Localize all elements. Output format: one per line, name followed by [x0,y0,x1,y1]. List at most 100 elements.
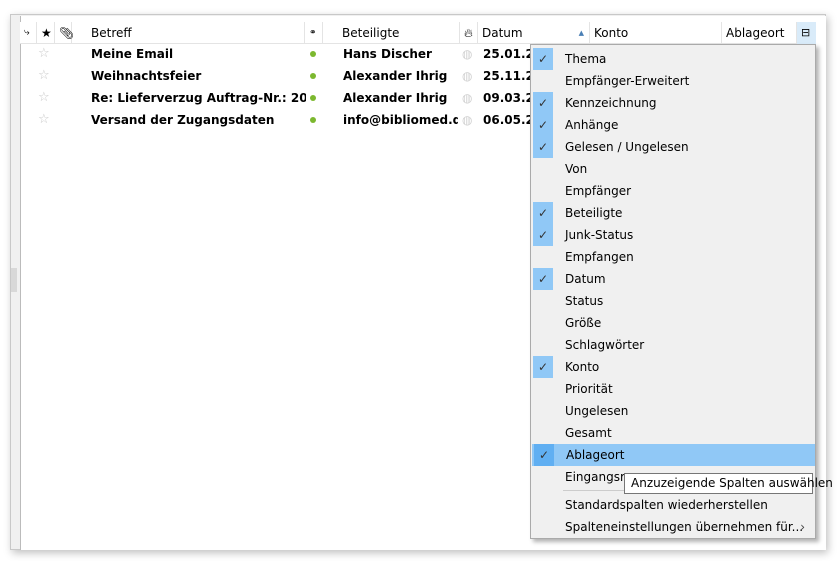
checkmark-icon: ✓ [533,224,553,246]
message-correspondent: info@bibliomed.de [343,113,458,127]
menu-item-column[interactable]: ✓ Ablageort [532,444,815,466]
message-date: 09.03.20 [483,91,531,105]
menu-item-column[interactable]: ✓ Konto [531,356,815,378]
star-icon[interactable]: ☆ [38,65,50,87]
read-status-icon[interactable]: ◍ [462,109,472,131]
checkmark-icon [533,400,553,422]
junk-status-dot-icon[interactable] [310,73,316,79]
thread-icon: ⤷ [24,27,30,38]
menu-item-label: Empfangen [565,250,634,264]
message-subject: Versand der Zugangsdaten [91,113,275,127]
star-icon[interactable]: ☆ [38,43,50,65]
menu-item-column[interactable]: Priorität [531,378,815,400]
read-status-icon[interactable]: ◍ [462,65,472,87]
column-picker-menu: ✓ Thema Empfänger-Erweitert ✓ Kennzeichnung ✓… [530,44,816,539]
menu-item-column[interactable]: Empfänger-Erweitert [531,70,815,92]
junk-status-icon: ⚭ [309,28,317,38]
column-picker-icon: ⊟ [801,26,811,39]
date-column-header[interactable]: Datum ▲ [478,22,590,44]
junk-status-dot-icon[interactable] [310,95,316,101]
message-correspondent: Alexander Ihrig [343,91,448,105]
checkmark-icon [533,312,553,334]
location-column-header[interactable]: Ablageort [722,22,797,44]
message-correspondent: Hans Discher [343,47,432,61]
menu-item-label: Junk-Status [565,228,634,242]
menu-item-column[interactable]: ✓ Datum [531,268,815,290]
account-column-header[interactable]: Konto [590,22,722,44]
junk-column-header[interactable]: ⚭ [305,22,323,44]
menu-item-label: Konto [565,360,600,374]
thread-column-header[interactable]: ⤷ [20,22,37,44]
checkmark-icon [533,466,553,488]
location-header-label: Ablageort [726,26,785,40]
menu-item-column[interactable]: Gesamt [531,422,815,444]
checkmark-icon [533,158,553,180]
junk-status-dot-icon[interactable] [310,117,316,123]
read-status-icon[interactable]: ◍ [462,43,472,65]
subject-column-header[interactable]: Betreff [72,22,305,44]
checkmark-icon: ✓ [533,92,553,114]
menu-item-label: Spalteneinstellungen übernehmen für... [565,520,804,534]
menu-item-column[interactable]: Empfänger [531,180,815,202]
menu-item-apply-column-settings[interactable]: Spalteneinstellungen übernehmen für... › [531,516,815,538]
message-date: 25.11.20 [483,69,531,83]
splitter-grip[interactable] [11,268,17,292]
menu-item-column[interactable]: ✓ Anhänge [531,114,815,136]
menu-item-column[interactable]: ✓ Kennzeichnung [531,92,815,114]
star-column-header[interactable]: ★ [37,22,55,44]
menu-item-label: Status [565,294,604,308]
menu-item-label: Standardspalten wiederherstellen [565,498,768,512]
menu-item-column[interactable]: Ungelesen [531,400,815,422]
menu-item-label: Priorität [565,382,613,396]
checkmark-icon [533,70,553,92]
menu-item-column[interactable]: Status [531,290,815,312]
menu-item-label: Gelesen / Ungelesen [565,140,689,154]
menu-item-label: Kennzeichnung [565,96,657,110]
menu-item-label: Eingangsre [565,470,633,484]
message-date: 06.05.20 [483,113,531,127]
menu-item-column[interactable]: ✓ Thema [531,48,815,70]
column-picker-button[interactable]: ⊟ [797,22,816,44]
menu-item-label: Schlagwörter [565,338,645,352]
checkmark-icon [533,422,553,444]
menu-item-column[interactable]: Von [531,158,815,180]
checkmark-icon [533,246,553,268]
message-correspondent: Alexander Ihrig [343,69,448,83]
read-status-icon[interactable]: ◍ [462,87,472,109]
date-header-label: Datum [482,26,523,40]
menu-item-column[interactable]: Empfangen [531,246,815,268]
menu-item-restore-default-columns[interactable]: Standardspalten wiederherstellen [531,494,815,516]
sort-ascending-icon: ▲ [578,29,584,37]
menu-item-label: Thema [565,52,607,66]
menu-item-column[interactable]: Größe [531,312,815,334]
menu-item-label: Ablageort [566,448,625,462]
menu-item-label: Empfänger-Erweitert [565,74,690,88]
junk-status-dot-icon[interactable] [310,51,316,57]
attachment-column-header[interactable]: 📎︎ [55,22,74,44]
tooltip: Anzuzeigende Spalten auswählen [624,473,833,494]
menu-item-column[interactable]: ✓ Junk-Status [531,224,815,246]
menu-item-label: Beteiligte [565,206,623,220]
flame-icon: 🔥︎ [464,26,473,40]
star-icon[interactable]: ☆ [38,87,50,109]
menu-item-label: Empfänger [565,184,632,198]
checkmark-icon [533,180,553,202]
checkmark-icon: ✓ [533,356,553,378]
menu-item-label: Anhänge [565,118,619,132]
column-header: ⤷ ★ 📎︎ Betreff ⚭ Beteiligte 🔥︎ Datum ▲ Ko… [20,22,816,44]
checkmark-icon: ✓ [533,268,553,290]
menu-item-column[interactable]: Schlagwörter [531,334,815,356]
account-header-label: Konto [594,26,629,40]
submenu-arrow-icon: › [800,520,805,534]
menu-item-column[interactable]: ✓ Gelesen / Ungelesen [531,136,815,158]
checkmark-icon: ✓ [533,48,553,70]
checkmark-icon [533,334,553,356]
menu-item-label: Von [565,162,588,176]
menu-item-label: Gesamt [565,426,612,440]
read-column-header[interactable]: 🔥︎ [460,22,478,44]
correspondents-header-label: Beteiligte [342,26,400,40]
correspondents-column-header[interactable]: Beteiligte [323,22,460,44]
menu-item-column[interactable]: ✓ Beteiligte [531,202,815,224]
checkmark-icon: ✓ [533,136,553,158]
star-icon[interactable]: ☆ [38,109,50,131]
